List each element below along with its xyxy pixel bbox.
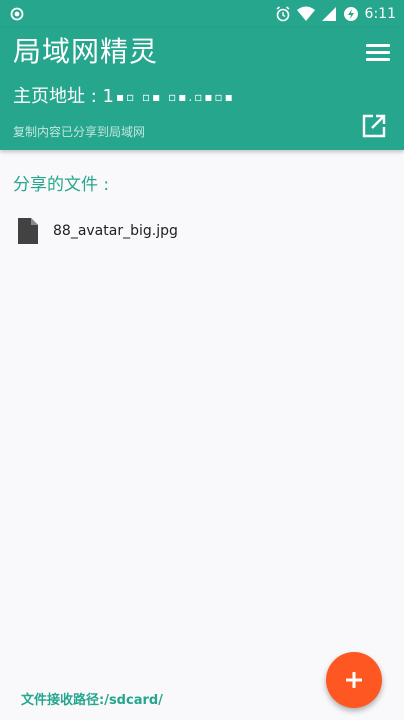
status-bar: 6:11 bbox=[0, 0, 404, 28]
receive-path: 文件接收路径:/sdcard/ bbox=[21, 693, 163, 708]
plus-icon bbox=[346, 672, 362, 688]
app-bar: 局域网精灵 主页地址 : 1 ▪▫ ▫▪ ▫▪.▫▪▫▪ 复制内容已分享到局域网 bbox=[0, 28, 404, 150]
homepage-address: 主页地址 : 1 ▪▫ ▫▪ ▫▪.▫▪▫▪ bbox=[13, 86, 235, 108]
add-file-button[interactable] bbox=[326, 652, 382, 708]
copy-hint: 复制内容已分享到局域网 bbox=[13, 125, 146, 139]
alarm-icon bbox=[276, 6, 290, 22]
app-title: 局域网精灵 bbox=[13, 35, 159, 68]
signal-icon bbox=[321, 7, 336, 21]
address-label: 主页地址 : 1 bbox=[13, 86, 114, 107]
hamburger-menu-icon[interactable] bbox=[366, 40, 390, 64]
file-name: 88_avatar_big.jpg bbox=[53, 223, 178, 239]
wifi-icon bbox=[296, 6, 315, 21]
battery-icon bbox=[343, 7, 358, 21]
file-icon bbox=[18, 218, 38, 244]
address-masked-value: ▪▫ ▫▪ ▫▪.▫▪▫▪ bbox=[115, 90, 235, 104]
list-item[interactable]: 88_avatar_big.jpg bbox=[0, 212, 404, 250]
shared-files-title: 分享的文件 : bbox=[13, 175, 110, 195]
camera-dot-icon bbox=[10, 7, 24, 21]
status-time: 6:11 bbox=[364, 6, 396, 22]
status-icons: 6:11 bbox=[275, 4, 396, 24]
open-external-icon[interactable] bbox=[360, 112, 388, 140]
